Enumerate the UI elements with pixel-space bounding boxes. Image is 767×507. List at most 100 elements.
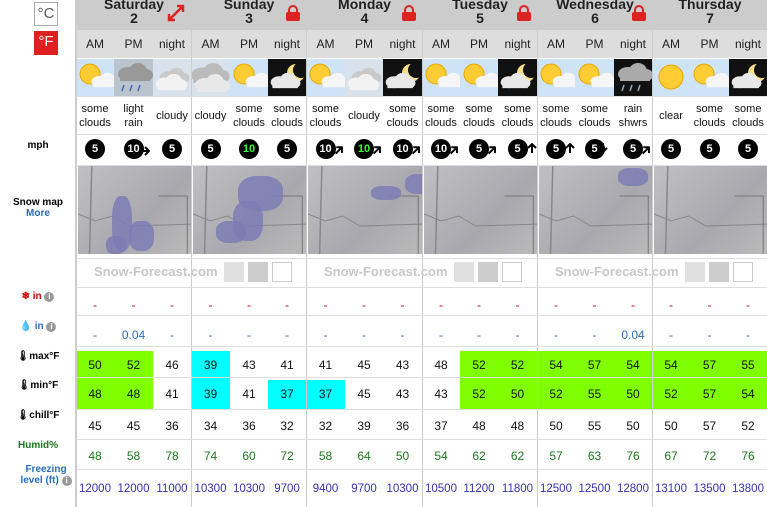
thermometer-icon: 🌡	[16, 351, 30, 362]
min-temp-cell: 52	[460, 380, 498, 409]
max-temp-cell: 52	[114, 351, 153, 380]
rain-value: -	[247, 328, 251, 342]
lock-icon[interactable]	[517, 5, 531, 21]
chill-cell: 32	[318, 419, 333, 433]
day-header[interactable]: Saturday 2	[76, 0, 191, 30]
max-temp-cell: 45	[345, 351, 383, 380]
humidity-cell: 63	[587, 449, 602, 463]
freezing-level-cell: 13100	[655, 483, 687, 495]
humidity-cell: 60	[242, 449, 256, 463]
max-temp-cell: 52	[460, 351, 498, 380]
min-temp-cell: 55	[575, 380, 614, 409]
wind-cell: 5	[153, 135, 191, 163]
weather-text: some clouds	[422, 97, 460, 135]
snow-area	[215, 221, 246, 243]
snow-unit: in	[32, 291, 42, 302]
map-settings-icon[interactable]	[272, 262, 292, 282]
map-settings-icon[interactable]	[502, 262, 522, 282]
day-header[interactable]: Thursday 7	[652, 0, 767, 30]
snow-map-image[interactable]	[191, 166, 306, 254]
info-icon[interactable]: i	[46, 322, 57, 332]
humidity-cell: 58	[126, 449, 141, 463]
freezing-level-cell: 10300	[194, 483, 227, 495]
rain-value: -	[669, 328, 673, 342]
rain-unit: in	[34, 321, 44, 332]
weather-desc: cloudy	[348, 110, 380, 122]
map-settings-icon[interactable]	[733, 262, 753, 282]
max-temp-cell: 43	[230, 351, 268, 380]
weather-text: cloudy	[191, 97, 230, 135]
snow-area	[128, 221, 154, 251]
freezing-level-cell: 11800	[501, 483, 534, 495]
fahrenheit-toggle[interactable]: °F	[34, 31, 58, 55]
wind-speed-badge: 5	[661, 139, 681, 159]
day-number: 7	[706, 10, 714, 26]
watermark: Snow-Forecast.com	[94, 259, 218, 285]
chill-cell: 36	[395, 419, 410, 433]
snow-value: -	[400, 298, 405, 312]
min-temp-cell: 37	[268, 380, 306, 409]
min-temp-cell: 37	[306, 380, 345, 409]
wind-cell: 5	[652, 135, 690, 163]
freezing-level-cell: 10500	[425, 483, 457, 495]
day-header[interactable]: Monday 4	[306, 0, 422, 30]
snow-map-image[interactable]	[537, 166, 652, 254]
max-label: 🌡max°F	[0, 351, 76, 362]
lock-icon[interactable]	[286, 5, 300, 21]
map-replay-icon[interactable]	[248, 262, 268, 282]
weather-desc: some clouds	[463, 103, 495, 129]
map-replay-icon[interactable]	[709, 262, 729, 282]
weather-desc: some clouds	[233, 103, 265, 129]
map-prev-icon[interactable]	[685, 262, 705, 282]
day-header[interactable]: Wednesday 6	[537, 0, 652, 30]
watermark-text: Snow-Forecast.com	[324, 264, 448, 279]
wind-direction-arrow-icon	[597, 143, 611, 154]
humidity-cell: 57	[549, 449, 563, 463]
expand-icon[interactable]	[167, 4, 185, 22]
snow-map-image[interactable]	[76, 166, 191, 254]
weather-desc: some clouds	[540, 103, 572, 129]
rain-value: -	[93, 328, 97, 342]
freezing-level-cell: 9400	[312, 483, 339, 495]
wind-direction-arrow-icon	[562, 142, 575, 153]
map-prev-icon[interactable]	[454, 262, 474, 282]
min-temp-cell: 52	[537, 380, 575, 409]
lock-icon[interactable]	[632, 5, 646, 21]
map-replay-icon[interactable]	[478, 262, 498, 282]
map-prev-icon[interactable]	[224, 262, 244, 282]
chill-cell: 45	[88, 419, 102, 433]
day-header[interactable]: Tuesday 5	[422, 0, 537, 30]
info-icon[interactable]: i	[44, 292, 55, 302]
wind-speed-badge: 5	[738, 139, 758, 159]
wind-cell: 5	[690, 135, 729, 163]
wind-speed-badge: 5	[277, 139, 297, 159]
info-icon[interactable]: i	[61, 476, 72, 486]
chill-cell: 50	[626, 419, 640, 433]
weather-desc: some clouds	[693, 103, 726, 129]
wind-speed-badge: 5	[200, 139, 221, 159]
lock-icon[interactable]	[402, 5, 416, 21]
sun-cloud-icon	[230, 59, 268, 96]
snow-map-image[interactable]	[652, 166, 767, 254]
sun-cloud-icon	[76, 59, 114, 96]
chill-cell: 48	[510, 419, 525, 433]
weather-desc: cloudy	[156, 110, 188, 122]
max-temp-cell: 41	[268, 351, 306, 380]
snow-map-more-link[interactable]: More	[0, 208, 76, 219]
rain-value: -	[515, 328, 520, 342]
wind-speed-badge: 5	[162, 139, 182, 159]
humidity-cell: 50	[395, 449, 410, 463]
moon-cloud-icon	[498, 59, 537, 96]
celsius-toggle[interactable]: °C	[34, 2, 58, 26]
sun-icon	[652, 59, 690, 96]
watermark: Snow-Forecast.com	[555, 259, 679, 285]
row-divider	[76, 469, 767, 470]
weather-text: some clouds	[460, 97, 498, 135]
weather-text: some clouds	[383, 97, 422, 135]
snow-map-image[interactable]	[306, 166, 422, 254]
day-header[interactable]: Sunday 3	[191, 0, 306, 30]
map-controls	[685, 262, 755, 282]
max-temp-cell: 57	[575, 351, 614, 380]
rain-value: -	[439, 328, 443, 342]
snow-map-image[interactable]	[422, 166, 537, 254]
